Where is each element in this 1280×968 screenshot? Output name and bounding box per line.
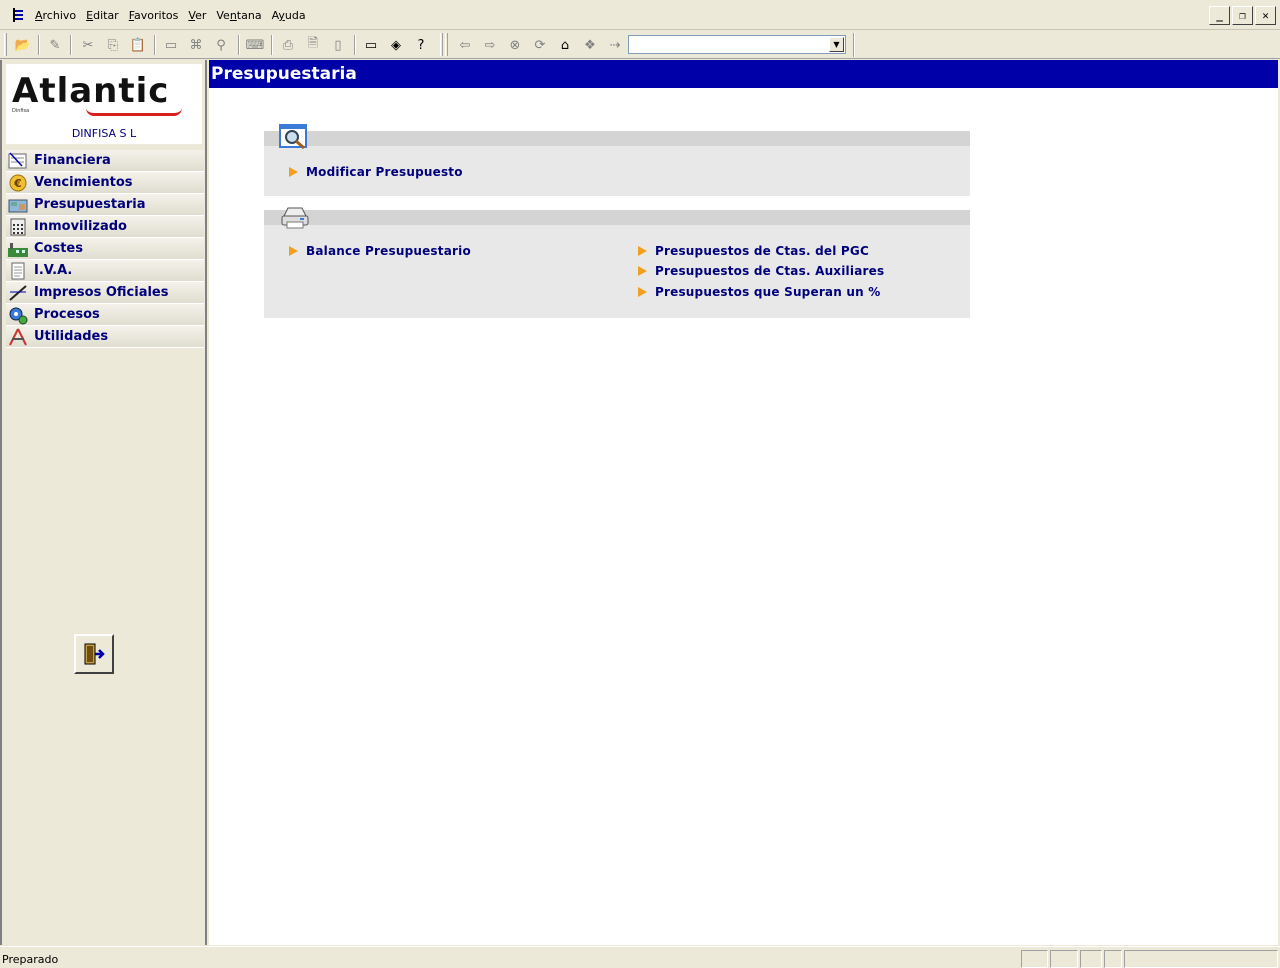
app-icon[interactable] [10, 7, 26, 23]
refresh-icon[interactable]: ⟳ [530, 35, 550, 55]
go-icon[interactable]: ⇢ [605, 35, 625, 55]
status-cell [1021, 950, 1048, 968]
document-icon [6, 261, 30, 281]
menu-favoritos[interactable]: Favoritos [124, 9, 184, 22]
menu-ventana[interactable]: Ventana [211, 9, 266, 22]
sidebar-item-label: Vencimientos [34, 175, 133, 190]
favorites-icon[interactable]: ❖ [580, 35, 600, 55]
factory-icon [6, 239, 30, 259]
link-modificar-presupuesto[interactable]: Modificar Presupuesto [289, 165, 463, 179]
logo-text: Atlantic [12, 71, 170, 111]
menu-archivo[interactable]: Archivo [30, 9, 81, 22]
menu-ayuda[interactable]: Ayuda [267, 9, 311, 22]
panel-band [264, 131, 970, 146]
gears-icon [6, 305, 30, 325]
sidebar-item-label: Financiera [34, 153, 111, 168]
status-bar: Preparado [0, 946, 1280, 968]
logo-swoosh [86, 108, 182, 116]
budget-icon [6, 195, 30, 215]
arrow-right-icon [289, 167, 298, 177]
tools-icon [6, 327, 30, 347]
arrow-right-icon [638, 246, 647, 256]
sidebar-item-label: Procesos [34, 307, 100, 322]
close-button[interactable]: ✕ [1255, 6, 1276, 25]
search-icon[interactable]: ⚲ [211, 35, 231, 55]
sidebar: Atlantic Dinfisa DINFISA S L Financiera … [0, 60, 207, 945]
restore-button[interactable]: ❐ [1232, 6, 1253, 25]
sidebar-item-label: Inmovilizado [34, 219, 127, 234]
arrow-right-icon [289, 246, 298, 256]
status-cell [1080, 950, 1102, 968]
link-balance-presupuestario[interactable]: Balance Presupuestario [289, 244, 471, 258]
search-window-icon [279, 124, 307, 150]
stop-icon[interactable]: ⊗ [505, 35, 525, 55]
open-folder-icon[interactable]: 📂 [13, 35, 33, 55]
query-panel: Modificar Presupuesto [264, 124, 970, 196]
menu-editar[interactable]: Editar [81, 9, 124, 22]
forward-arrow-icon[interactable]: ⇨ [480, 35, 500, 55]
window-icon[interactable]: ▭ [161, 35, 181, 55]
book-icon[interactable]: ◈ [386, 35, 406, 55]
exit-button[interactable] [74, 634, 114, 674]
reports-panel: Balance Presupuestario Presupuestos de C… [264, 207, 970, 318]
cut-icon[interactable]: ✂ [78, 35, 98, 55]
sidebar-item-iva[interactable]: I.V.A. [6, 260, 204, 282]
page-header: Presupuestaria [209, 60, 1278, 88]
paste-icon[interactable]: 📋 [128, 35, 148, 55]
content-area: Presupuestaria Modificar Presupuesto Bal… [209, 60, 1278, 945]
printer-icon [281, 207, 309, 229]
toolbar-grip[interactable] [4, 33, 7, 56]
print-icon[interactable]: ⎙ [278, 35, 298, 55]
link-presupuestos-superan[interactable]: Presupuestos que Superan un % [638, 285, 880, 299]
arrow-right-icon [638, 287, 647, 297]
logo-subtext: Dinfisa [12, 108, 30, 114]
minimize-button[interactable]: _ [1209, 6, 1230, 25]
svg-text:€: € [13, 177, 22, 190]
sidebar-item-label: I.V.A. [34, 263, 73, 278]
sidebar-item-utilidades[interactable]: Utilidades [6, 326, 204, 348]
link-presupuestos-auxiliares[interactable]: Presupuestos de Ctas. Auxiliares [638, 264, 884, 278]
menu-ver[interactable]: Ver [183, 9, 211, 22]
page-icon[interactable]: ▯ [328, 35, 348, 55]
sidebar-item-costes[interactable]: Costes [6, 238, 204, 260]
sidebar-item-vencimientos[interactable]: € Vencimientos [6, 172, 204, 194]
link-presupuestos-pgc[interactable]: Presupuestos de Ctas. del PGC [638, 244, 869, 258]
print-preview-icon[interactable]: 🗎 [303, 35, 323, 55]
sidebar-item-label: Presupuestaria [34, 197, 146, 212]
sidebar-item-label: Impresos Oficiales [34, 285, 169, 300]
sidebar-item-presupuestaria[interactable]: Presupuestaria [6, 194, 204, 216]
logo: Atlantic Dinfisa [6, 64, 202, 124]
sidebar-item-procesos[interactable]: Procesos [6, 304, 204, 326]
euro-icon: € [6, 173, 30, 193]
status-cell [1050, 950, 1078, 968]
status-cell [1124, 950, 1278, 968]
address-combobox[interactable]: ▼ [628, 35, 846, 54]
sidebar-item-financiera[interactable]: Financiera [6, 150, 204, 172]
exit-door-icon [84, 643, 105, 665]
sidebar-item-impresos-oficiales[interactable]: Impresos Oficiales [6, 282, 204, 304]
monitor-icon[interactable]: ▭ [361, 35, 381, 55]
sidebar-item-label: Costes [34, 241, 83, 256]
pen-icon [6, 283, 30, 303]
sidebar-item-label: Utilidades [34, 329, 109, 344]
calculator-icon [6, 217, 30, 237]
sidebar-item-inmovilizado[interactable]: Inmovilizado [6, 216, 204, 238]
status-cell [1104, 950, 1122, 968]
binoculars-icon[interactable]: ⌘ [186, 35, 206, 55]
status-text: Preparado [2, 953, 59, 966]
module-list: Financiera € Vencimientos Presupuestaria… [6, 150, 204, 348]
menu-bar: Archivo Editar Favoritos Ver Ventana Ayu… [0, 0, 1280, 30]
company-name: DINFISA S L [6, 124, 202, 144]
ledger-icon [6, 151, 30, 171]
edit-icon[interactable]: ✎ [45, 35, 65, 55]
copy-icon[interactable]: ⎘ [103, 35, 123, 55]
keyboard-icon[interactable]: ⌨ [245, 35, 265, 55]
arrow-right-icon [638, 266, 647, 276]
back-arrow-icon[interactable]: ⇦ [455, 35, 475, 55]
page-title: Presupuestaria [211, 64, 357, 84]
chevron-down-icon[interactable]: ▼ [829, 37, 844, 52]
help-icon[interactable]: ? [411, 35, 431, 55]
panel-band [264, 210, 970, 225]
home-icon[interactable]: ⌂ [555, 35, 575, 55]
